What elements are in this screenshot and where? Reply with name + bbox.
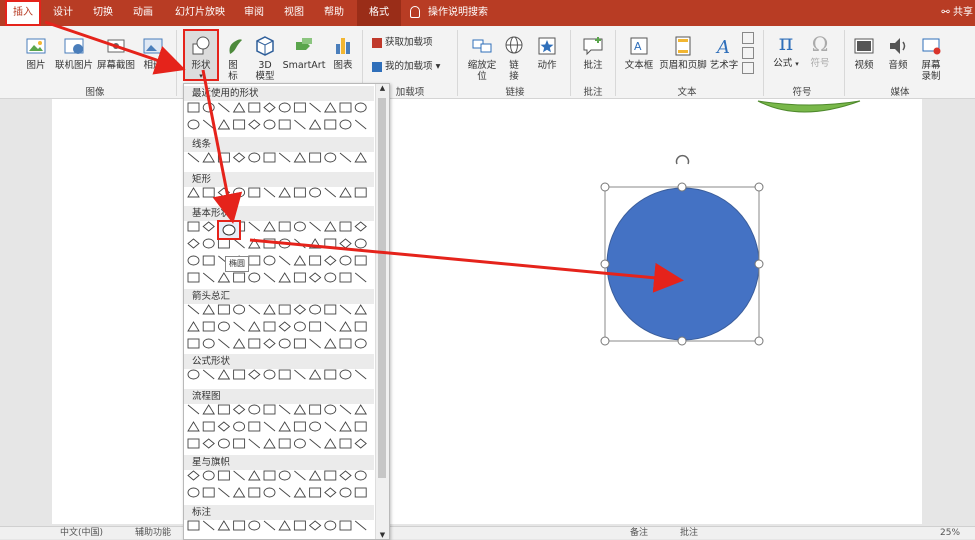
- annotation-arrows: [44, 20, 684, 293]
- arrow-to-shapes-button: [44, 20, 186, 75]
- arrow-to-slide-circle: [249, 238, 684, 293]
- arrow-to-oval-shape: [201, 69, 243, 224]
